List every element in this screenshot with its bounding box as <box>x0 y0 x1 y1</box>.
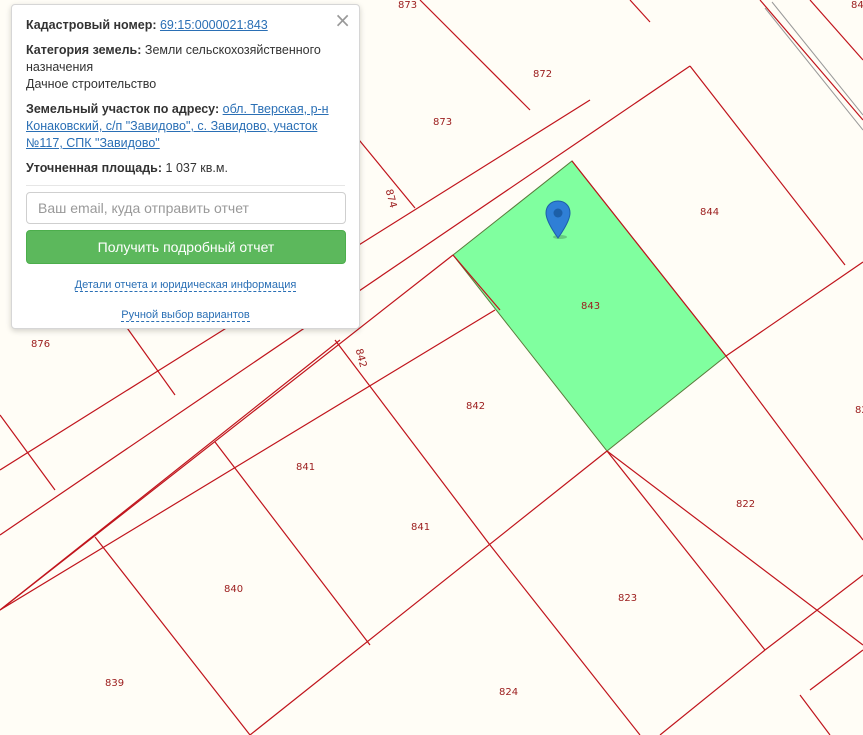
plot-label-844: 844 <box>700 207 719 218</box>
get-report-button[interactable]: Получить подробный отчет <box>26 230 346 264</box>
plot-label-842: 842 <box>466 401 485 412</box>
land-use-value: Дачное строительство <box>26 77 157 91</box>
plot-label-822: 822 <box>736 499 755 510</box>
location-pin-icon[interactable] <box>545 200 571 240</box>
manual-selection-link[interactable]: Ручной выбор вариантов <box>121 309 250 322</box>
plot-label-872: 872 <box>533 69 552 80</box>
close-icon[interactable]: × <box>334 9 351 31</box>
area-value: 1 037 кв.м. <box>165 161 228 175</box>
plot-label-824: 824 <box>499 687 518 698</box>
area-row: Уточненная площадь: 1 037 кв.м. <box>26 160 345 177</box>
details-link[interactable]: Детали отчета и юридическая информация <box>74 279 297 292</box>
address-label: Земельный участок по адресу: <box>26 102 220 116</box>
plot-label-840: 840 <box>224 584 243 595</box>
divider <box>26 185 345 186</box>
plot-label-873b: 873 <box>398 0 417 11</box>
address-row: Земельный участок по адресу: обл. Тверск… <box>26 101 345 152</box>
manual-link-wrap: Ручной выбор вариантов <box>26 307 345 324</box>
plot-label-841b: 841 <box>411 522 430 533</box>
plot-label-876: 876 <box>31 339 50 350</box>
cadastral-number-link[interactable]: 69:15:0000021:843 <box>160 18 268 32</box>
plot-label-839: 839 <box>105 678 124 689</box>
plot-label-873a: 873 <box>433 117 452 128</box>
land-category-row: Категория земель: Земли сельскохозяйстве… <box>26 42 345 93</box>
plot-label-82x: 82 <box>855 405 863 416</box>
plot-label-843: 843 <box>581 301 600 312</box>
details-link-wrap: Детали отчета и юридическая информация <box>26 277 345 294</box>
cadastral-number-row: Кадастровый номер: 69:15:0000021:843 <box>26 17 345 34</box>
land-category-label: Категория земель: <box>26 43 142 57</box>
cadastral-number-label: Кадастровый номер: <box>26 18 157 32</box>
plot-label-841a: 841 <box>296 462 315 473</box>
road-lines <box>764 1 863 131</box>
plot-label-823: 823 <box>618 593 637 604</box>
plot-label-874: 874 <box>383 188 399 209</box>
email-input[interactable] <box>26 192 346 224</box>
area-label: Уточненная площадь: <box>26 161 163 175</box>
plot-info-popup: × Кадастровый номер: 69:15:0000021:843 К… <box>11 4 360 329</box>
plot-label-84x: 84 <box>851 0 863 11</box>
